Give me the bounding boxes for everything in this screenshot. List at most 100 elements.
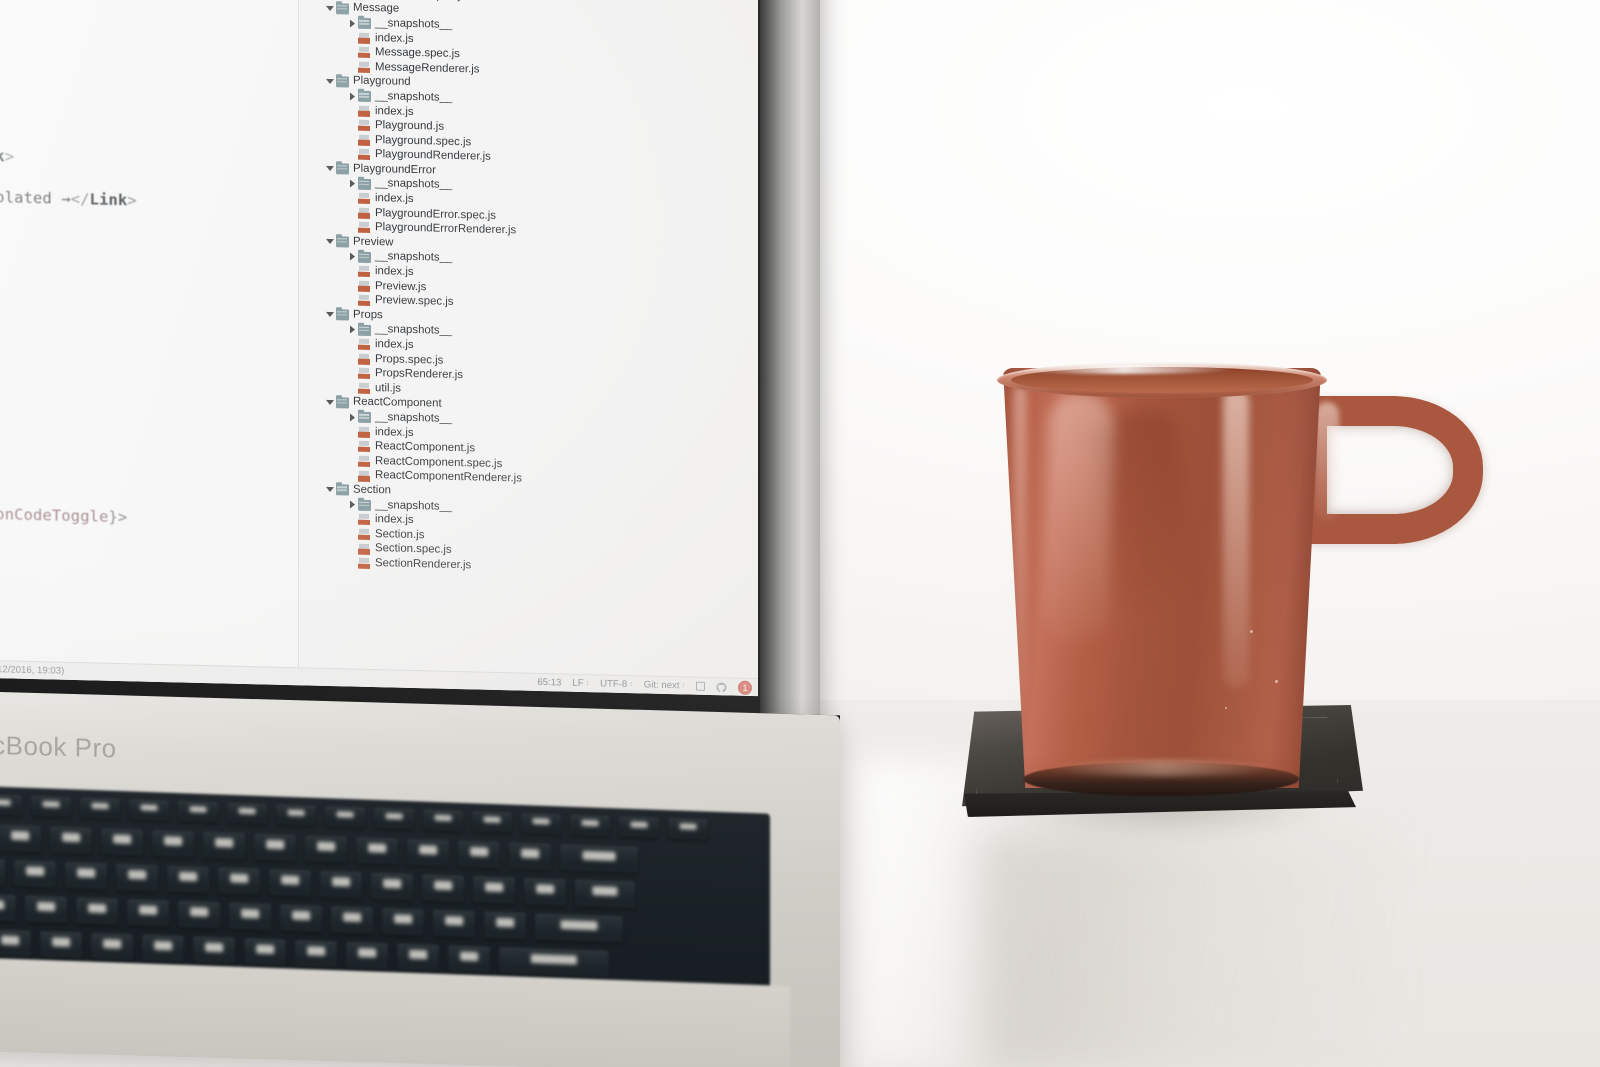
keyboard-key[interactable] xyxy=(320,871,362,899)
keyboard-key[interactable] xyxy=(244,938,286,966)
javascript-file-icon xyxy=(358,441,371,452)
keyboard-key[interactable] xyxy=(0,858,5,886)
chevron-right-icon[interactable] xyxy=(346,325,358,334)
keyboard-key[interactable] xyxy=(91,933,133,961)
chevron-right-icon[interactable] xyxy=(346,252,358,261)
code-text: ink}>ame}>← Exit Isolation</Link>ame + '… xyxy=(0,68,300,526)
chevron-down-icon[interactable] xyxy=(324,238,336,245)
keyboard-key[interactable] xyxy=(560,844,638,874)
chevron-right-icon[interactable] xyxy=(346,500,358,509)
keyboard-key[interactable] xyxy=(509,842,551,871)
code-token: Link xyxy=(89,190,128,210)
notification-badge[interactable]: 1 xyxy=(738,680,752,695)
keyboard-key[interactable] xyxy=(193,936,235,965)
keyboard-key[interactable] xyxy=(14,860,56,888)
keyboard-key[interactable] xyxy=(371,872,413,901)
keyboard-key[interactable] xyxy=(331,906,373,934)
keyboard-key[interactable] xyxy=(0,824,41,853)
keyboard-key[interactable] xyxy=(484,911,526,940)
keyboard-key[interactable] xyxy=(0,929,31,957)
chevron-down-icon[interactable] xyxy=(324,166,336,172)
keyboard-key[interactable] xyxy=(227,802,267,825)
keyboard-key[interactable] xyxy=(575,879,635,909)
keyboard-key[interactable] xyxy=(167,865,209,894)
keyboard-key[interactable] xyxy=(382,908,424,936)
file-tree[interactable]: index.jsLogo.spec.jsLogoRenderer.jsMarkd… xyxy=(310,0,758,580)
chevron-down-icon[interactable] xyxy=(324,487,336,493)
keyboard-key[interactable] xyxy=(0,893,16,922)
keyboard-key[interactable] xyxy=(218,867,260,895)
line-ending-selector[interactable]: LF ↕ xyxy=(572,678,589,689)
keyboard-key[interactable] xyxy=(422,874,464,903)
keyboard-key[interactable] xyxy=(325,806,365,828)
keyboard-key[interactable] xyxy=(25,895,67,924)
keyboard-key[interactable] xyxy=(40,931,82,959)
keyboard-key[interactable] xyxy=(65,862,107,890)
keyboard-key[interactable] xyxy=(31,795,71,818)
keyboard-key[interactable] xyxy=(472,811,512,833)
keyboard-key[interactable] xyxy=(129,799,169,821)
code-pane[interactable]: ink}>ame}>← Exit Isolation</Link>ame + '… xyxy=(0,0,300,668)
keyboard-key[interactable] xyxy=(276,804,316,826)
keyboard-key[interactable] xyxy=(458,840,500,869)
chevron-right-icon[interactable] xyxy=(346,92,358,101)
keyboard-key[interactable] xyxy=(80,797,120,820)
keyboard-key[interactable] xyxy=(295,940,337,968)
keyboard-key[interactable] xyxy=(407,839,449,867)
keyboard-key[interactable] xyxy=(127,899,169,927)
keyboard-key[interactable] xyxy=(269,869,311,897)
keyboard-key[interactable] xyxy=(668,818,708,840)
keyboard-key[interactable] xyxy=(521,813,561,835)
mug-speck xyxy=(1250,630,1253,633)
keyboard-key[interactable] xyxy=(397,943,439,972)
chevron-down-icon[interactable] xyxy=(324,78,336,84)
chevron-down-icon[interactable] xyxy=(324,311,336,318)
keyboard-key[interactable] xyxy=(142,934,184,963)
keyboard-key[interactable] xyxy=(101,828,143,856)
keyboard-key[interactable] xyxy=(229,902,271,931)
chevron-right-icon[interactable] xyxy=(346,19,358,28)
file-name: index.js xyxy=(375,513,414,527)
keyboard-key[interactable] xyxy=(305,835,347,863)
keyboard-key[interactable] xyxy=(50,826,92,855)
javascript-file-icon xyxy=(358,456,371,467)
file-tree-pane[interactable]: index.jsLogo.spec.jsLogoRenderer.jsMarkd… xyxy=(300,0,758,679)
keyboard-key[interactable] xyxy=(152,830,194,858)
javascript-file-icon xyxy=(358,222,371,233)
keyboard-key[interactable] xyxy=(374,807,414,830)
keyboard-key[interactable] xyxy=(524,878,566,906)
split-pane-button[interactable] xyxy=(696,681,705,691)
javascript-file-icon xyxy=(358,383,371,394)
keyboard-key[interactable] xyxy=(178,801,218,823)
keyboard-key[interactable] xyxy=(356,837,398,865)
keyboard-key[interactable] xyxy=(0,794,22,816)
keyboard-key[interactable] xyxy=(473,876,515,904)
encoding-selector[interactable]: UTF-8 ↕ xyxy=(600,678,633,690)
chevron-down-icon[interactable] xyxy=(324,399,336,405)
keyboard-key[interactable] xyxy=(116,863,158,892)
git-branch-selector[interactable]: Git: next ↕ xyxy=(644,679,685,691)
chevron-right-icon[interactable] xyxy=(346,413,358,422)
folder-icon xyxy=(358,178,371,190)
keyboard-key[interactable] xyxy=(448,945,490,973)
keyboard-key[interactable] xyxy=(619,816,659,838)
keyboard-key[interactable] xyxy=(280,904,322,933)
cursor-position[interactable]: 65:13 xyxy=(537,677,561,689)
keyboard-key[interactable] xyxy=(254,833,296,862)
keyboard-key[interactable] xyxy=(570,814,610,837)
keyboard-key[interactable] xyxy=(433,909,475,938)
keyboard-key[interactable] xyxy=(178,901,220,929)
keyboard-key[interactable] xyxy=(346,941,388,970)
javascript-file-icon xyxy=(358,120,371,131)
chevron-down-icon[interactable] xyxy=(324,5,336,11)
keyboard-key[interactable] xyxy=(499,947,609,978)
chevron-right-icon[interactable] xyxy=(346,179,358,188)
github-button[interactable] xyxy=(716,682,727,692)
pane-divider[interactable] xyxy=(298,0,299,668)
code-scrollbar[interactable] xyxy=(288,0,295,667)
javascript-file-icon xyxy=(358,281,371,292)
keyboard-key[interactable] xyxy=(76,897,118,925)
keyboard-key[interactable] xyxy=(535,913,623,943)
keyboard-key[interactable] xyxy=(203,831,245,860)
keyboard-key[interactable] xyxy=(423,809,463,831)
